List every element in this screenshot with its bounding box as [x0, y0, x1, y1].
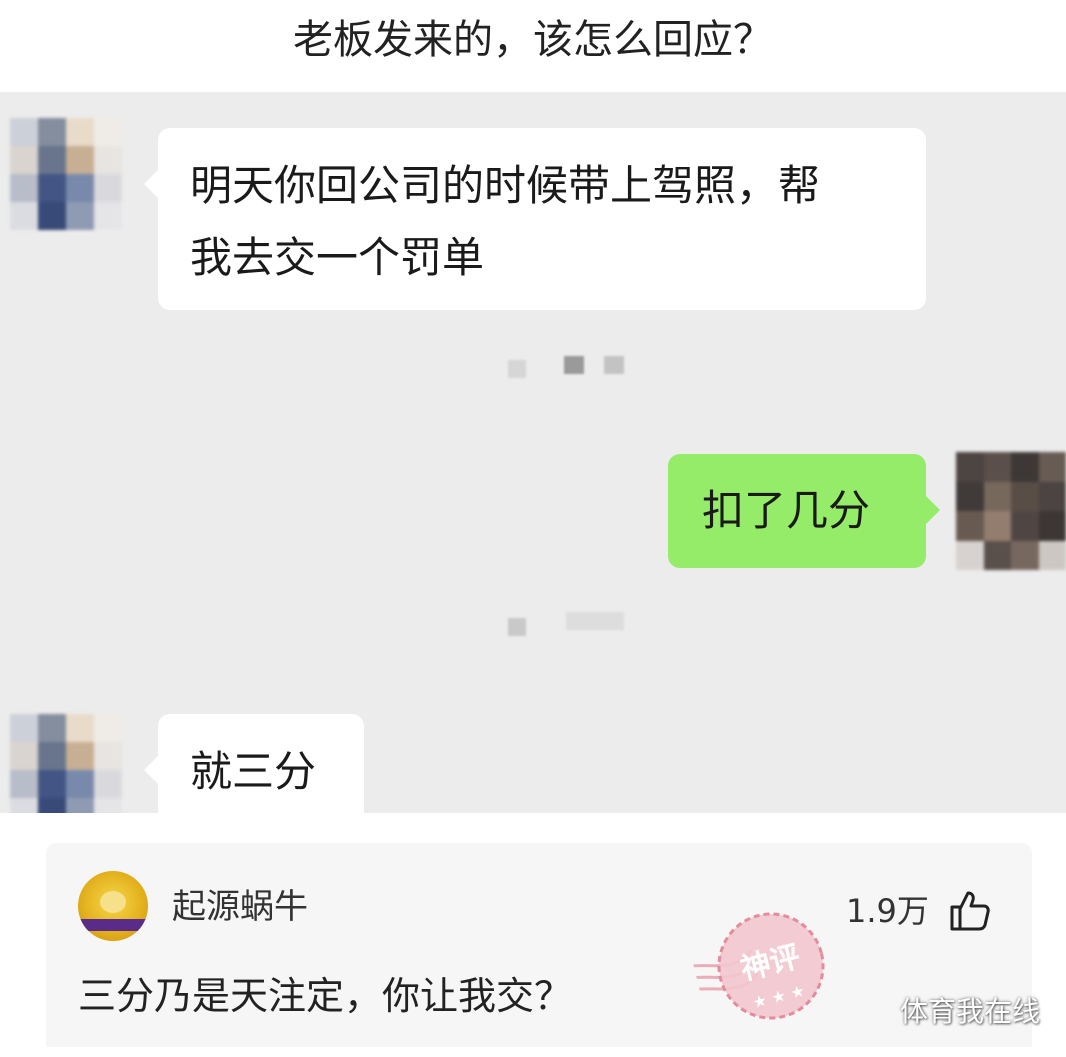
- source-watermark: 体育我在线: [900, 995, 1041, 1028]
- message-text-line: 明天你回公司的时候带上驾照，帮: [190, 161, 821, 210]
- message-bubble-boss: 明天你回公司的时候带上驾照，帮 我去交一个罚单: [144, 128, 926, 310]
- chat-screenshot: 明天你回公司的时候带上驾照，帮 我去交一个罚单 扣了几分 就三分: [0, 92, 1066, 813]
- message-bubble-boss: 就三分: [144, 714, 364, 813]
- blurred-timestamp: [508, 360, 526, 378]
- message-text-line: 我去交一个罚单: [190, 233, 485, 282]
- thumbs-up-icon[interactable]: [946, 887, 994, 935]
- blurred-timestamp: [566, 612, 624, 630]
- blurred-timestamp: [564, 356, 584, 374]
- blurred-timestamp: [604, 356, 624, 374]
- comment-text: 三分乃是天注定，你让我交？: [78, 974, 573, 1018]
- boss-avatar: [10, 118, 122, 230]
- god-comment-stamp-icon: 神评 ★ ★ ★: [680, 912, 825, 1020]
- post-title: 老板发来的，该怎么回应？: [293, 17, 773, 63]
- like-count: 1.9万: [846, 892, 929, 930]
- message-text: 就三分: [190, 747, 317, 796]
- commenter-name[interactable]: 起源蜗牛: [172, 887, 308, 927]
- top-comment: 起源蜗牛 神评 ★ ★ ★ 1.9万 三分乃是天注定，你让我交？: [46, 843, 1032, 1047]
- blurred-timestamp: [508, 618, 526, 636]
- message-bubble-self: 扣了几分: [668, 454, 940, 568]
- commenter-avatar[interactable]: [78, 871, 148, 941]
- boss-avatar: [10, 714, 122, 813]
- message-text: 扣了几分: [702, 486, 871, 535]
- self-avatar: [956, 452, 1066, 570]
